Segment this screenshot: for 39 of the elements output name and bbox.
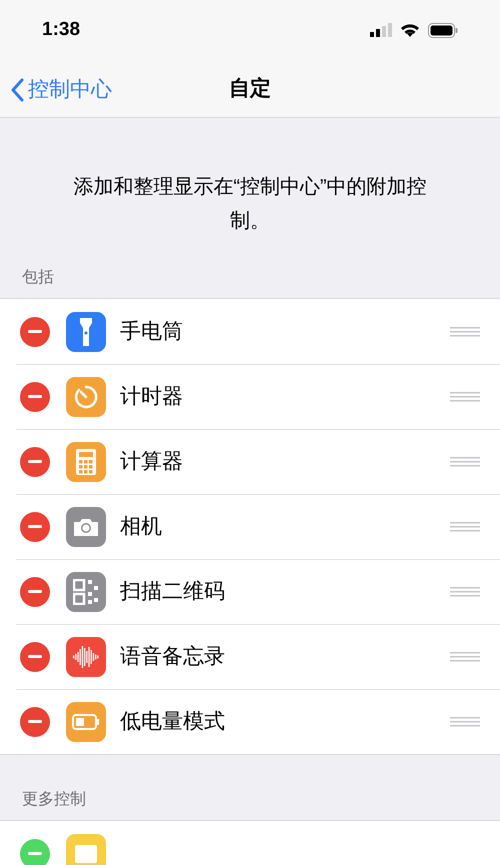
remove-button[interactable]: [20, 642, 50, 672]
waveform-icon: [72, 644, 100, 668]
control-label: 计时器: [120, 384, 183, 410]
drag-handle-icon[interactable]: [450, 716, 480, 726]
add-button[interactable]: [20, 838, 50, 865]
remove-button[interactable]: [20, 446, 50, 476]
wifi-icon: [400, 22, 420, 38]
section-header: 包括: [21, 268, 55, 288]
remove-button[interactable]: [20, 316, 50, 346]
remove-button[interactable]: [20, 706, 50, 736]
description-text: 添加和整理显示在“控制中心”中的附加控制。: [72, 175, 428, 234]
control-label: 扫描二维码: [120, 578, 225, 605]
battery-status-icon: [428, 22, 458, 38]
remove-button[interactable]: [20, 576, 50, 606]
remove-button[interactable]: [20, 512, 50, 542]
control-label: 语音备忘录: [120, 644, 225, 670]
status-time: 1:38: [42, 18, 80, 42]
qr-code-icon: [73, 578, 99, 604]
drag-handle-icon[interactable]: [450, 326, 480, 336]
control-label: 低电量模式: [120, 708, 225, 735]
flashlight-icon: [79, 316, 93, 346]
camera-icon: [73, 516, 99, 536]
page-title: 自定: [229, 76, 271, 102]
drag-handle-icon[interactable]: [450, 652, 480, 662]
control-label: 手电筒: [120, 318, 183, 345]
drag-handle-icon[interactable]: [450, 456, 480, 466]
section-header: 更多控制: [21, 790, 87, 810]
note-icon: [74, 844, 98, 864]
drag-handle-icon[interactable]: [450, 392, 480, 402]
signal-icon: [370, 23, 392, 37]
battery-icon: [72, 714, 100, 730]
control-label: 计算器: [120, 448, 183, 475]
drag-handle-icon[interactable]: [450, 586, 480, 596]
back-button[interactable]: 控制中心: [10, 74, 112, 106]
back-chevron-icon: [10, 78, 24, 102]
remove-button[interactable]: [20, 382, 50, 412]
control-label: 相机: [120, 514, 162, 540]
calculator-icon: [75, 448, 97, 476]
drag-handle-icon[interactable]: [450, 522, 480, 532]
